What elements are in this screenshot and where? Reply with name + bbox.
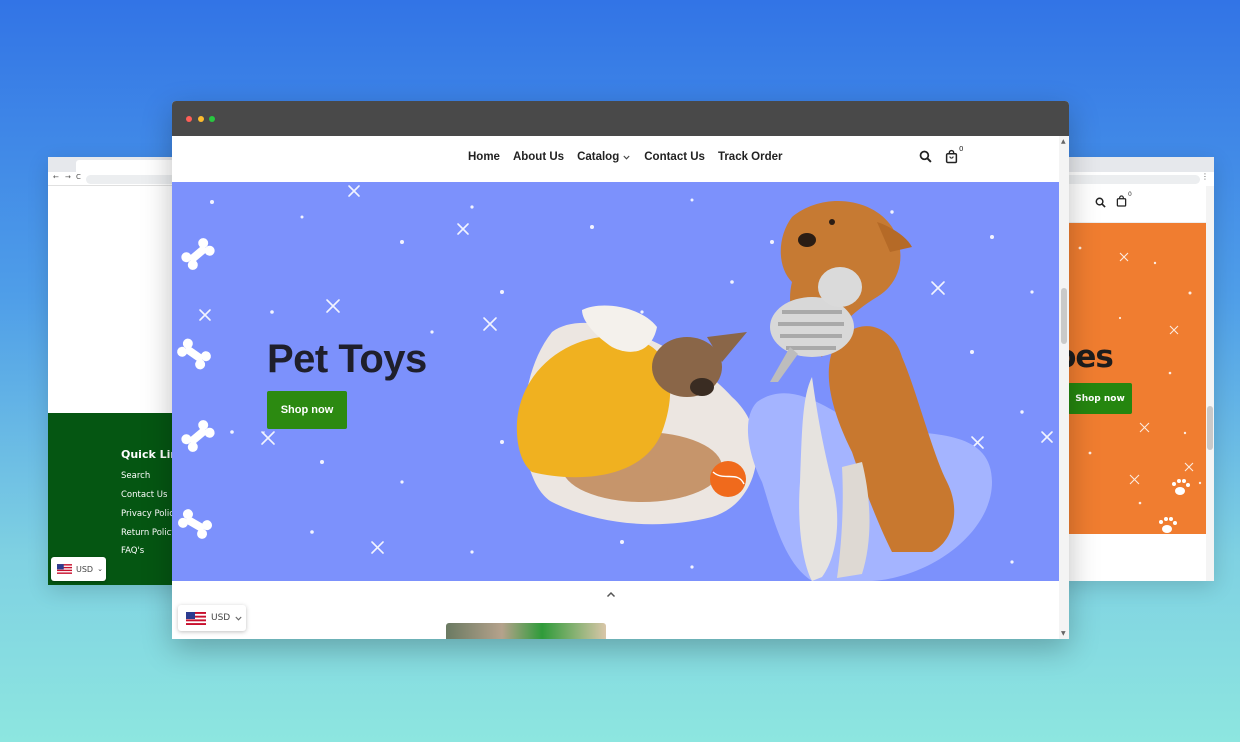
chevron-down-icon [623,155,630,160]
hero-banner: Pet Toys Shop now [172,182,1059,581]
right-tab-bar [1060,157,1214,172]
nav-about-us[interactable]: About Us [513,151,564,163]
hero-title: Pet Toys [267,337,427,381]
right-address-field[interactable] [1060,175,1200,184]
browser-menu-icon[interactable]: ⋮ [1201,172,1209,181]
shopping-bag-icon[interactable] [945,149,958,164]
back-icon[interactable]: ← [53,173,59,181]
scroll-up-arrow-icon[interactable]: ▲ [1061,138,1066,145]
dog-illustration [780,200,955,581]
paw-print-icon [1159,479,1190,533]
right-scrollbar[interactable] [1206,186,1214,581]
footer-link-contact[interactable]: Contact Us [121,490,167,500]
right-browser-window: ⋮ 0 hoes Shop now [1060,157,1214,581]
nav-catalog-label: Catalog [577,151,620,163]
minimize-dot[interactable] [198,116,204,122]
search-icon[interactable] [1095,197,1106,208]
shopping-bag-icon[interactable] [1116,195,1127,207]
forward-icon[interactable]: → [65,173,71,181]
chevron-down-icon [235,616,242,621]
nav-catalog[interactable]: Catalog [577,151,630,163]
currency-selector[interactable]: USD [178,605,246,631]
cart-count: 0 [1128,191,1132,198]
footer-link-faq[interactable]: FAQ's [121,546,144,556]
right-shop-now-button[interactable]: Shop now [1068,383,1132,414]
shop-now-button[interactable]: Shop now [267,391,347,429]
product-thumbnail[interactable] [446,623,606,639]
us-flag-icon [57,564,72,574]
scroll-down-arrow-icon[interactable]: ▼ [1061,630,1066,637]
search-icon[interactable] [919,150,932,163]
currency-code: USD [211,613,231,623]
chevron-down-icon: ⌄ [97,565,103,573]
right-url-bar: ⋮ [1060,172,1214,186]
main-browser-window: Home About Us Catalog Contact Us Track O… [172,101,1069,639]
site-header: Home About Us Catalog Contact Us Track O… [172,136,1059,182]
footer-link-privacy[interactable]: Privacy Policy [121,509,179,519]
right-site-header: 0 [1060,186,1206,223]
bone-icons [177,238,215,539]
us-flag-icon [186,611,206,625]
maximize-dot[interactable] [209,116,215,122]
footer-link-return[interactable]: Return Policy [121,528,176,538]
cart-count: 0 [959,145,964,153]
left-currency-selector[interactable]: USD ⌄ [51,557,106,581]
left-currency-code: USD [76,564,94,574]
footer-link-search[interactable]: Search [121,471,150,481]
close-dot[interactable] [186,116,192,122]
sparkle-pattern [1073,246,1202,533]
nav-track-order[interactable]: Track Order [718,151,783,163]
chevron-up-icon[interactable] [606,591,616,598]
right-hero-banner: hoes Shop now [1060,223,1206,534]
reload-icon[interactable]: C [76,173,81,181]
main-scrollbar-thumb[interactable] [1061,288,1067,344]
main-nav: Home About Us Catalog Contact Us Track O… [468,151,783,163]
below-hero-section: USD [172,581,1059,639]
nav-contact-us[interactable]: Contact Us [644,151,705,163]
right-scrollbar-thumb[interactable] [1207,406,1213,450]
nav-home[interactable]: Home [468,151,500,163]
main-scrollbar[interactable]: ▲ ▼ [1059,136,1069,639]
main-title-bar [172,101,1069,136]
